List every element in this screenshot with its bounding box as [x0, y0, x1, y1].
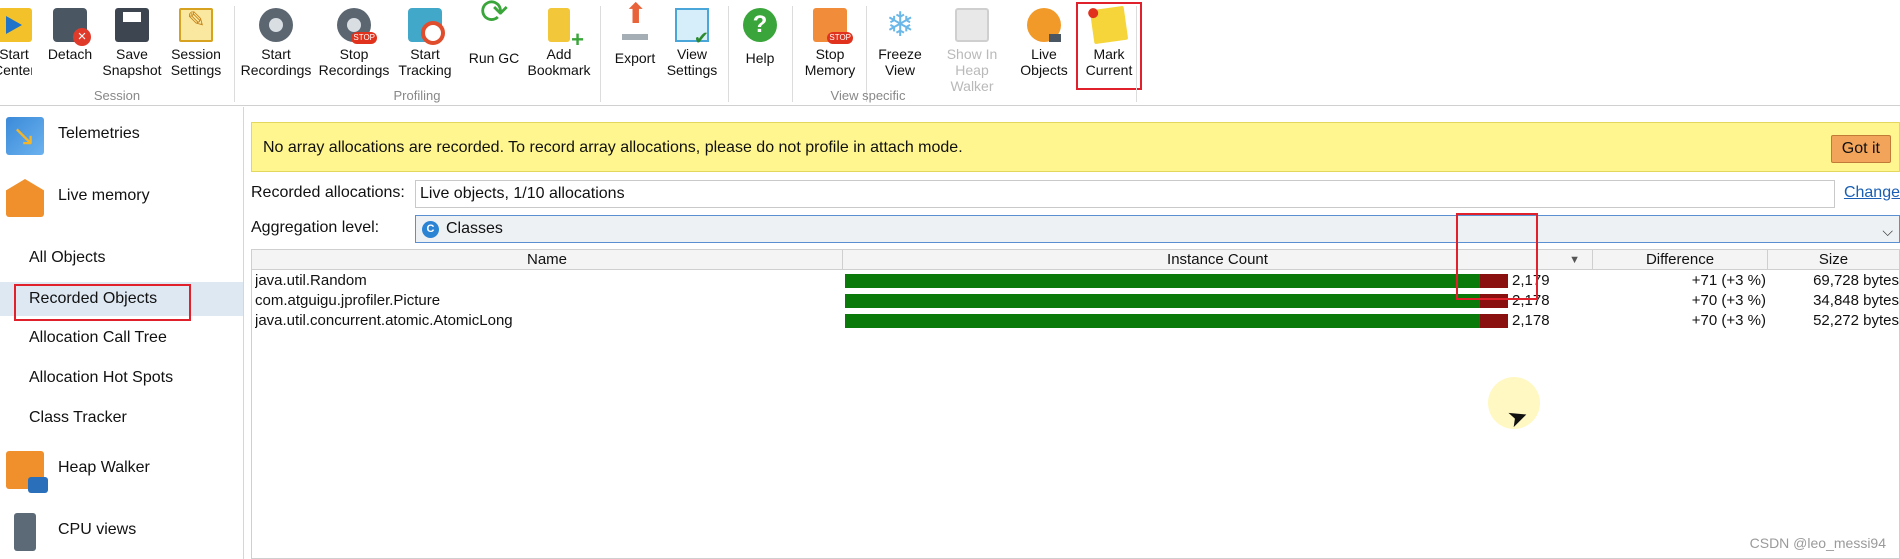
cpu-views-icon	[14, 513, 36, 551]
stop-recordings-icon	[337, 8, 377, 44]
start-center-button[interactable]: Start Center	[0, 4, 32, 80]
banner-message: No array allocations are recorded. To re…	[263, 139, 963, 156]
table-row[interactable]: com.atguigu.jprofiler.Picture 2,178 +70 (+…	[252, 291, 1899, 311]
start-center-icon	[0, 8, 32, 42]
show-in-heap-walker-button[interactable]: Show In Heap Walker	[932, 4, 1012, 94]
change-link[interactable]: Change	[1844, 184, 1900, 202]
help-button[interactable]: ? Help	[736, 4, 784, 80]
sidebar-item-class-tracker[interactable]: Class Tracker	[0, 401, 243, 435]
stop-memory-button[interactable]: Stop Memory	[800, 4, 860, 80]
stop-memory-icon	[813, 8, 853, 44]
start-tracking-icon	[408, 8, 445, 45]
live-memory-icon	[6, 179, 44, 217]
cell-difference: +70 (+3 %)	[1691, 312, 1766, 329]
view-selector-sidebar: Telemetries Live memory All Objects Reco…	[0, 107, 244, 559]
view-settings-button[interactable]: View Settings	[664, 4, 720, 80]
detach-button[interactable]: Detach	[46, 4, 94, 80]
export-icon	[618, 6, 652, 42]
cell-size: 52,272 bytes	[1813, 312, 1899, 329]
show-in-heap-walker-icon	[955, 8, 989, 42]
sidebar-item-heap-walker[interactable]: Heap Walker	[0, 441, 243, 495]
instance-count-bar	[845, 294, 1508, 308]
got-it-button[interactable]: Got it	[1830, 135, 1891, 163]
table-row[interactable]: java.util.Random 2,179 +71 (+3 %) 69,728 by…	[252, 271, 1899, 291]
live-objects-icon	[1027, 8, 1061, 42]
sort-descending-icon: ▼	[1569, 254, 1580, 266]
telemetries-icon	[6, 117, 44, 155]
save-snapshot-button[interactable]: Save Snapshot	[102, 4, 162, 80]
cell-class-name: java.util.Random	[255, 272, 367, 289]
cell-difference: +70 (+3 %)	[1691, 292, 1766, 309]
bar-difference-segment	[1479, 314, 1508, 328]
start-recordings-button[interactable]: Start Recordings	[240, 4, 312, 80]
session-settings-button[interactable]: Session Settings	[166, 4, 226, 80]
start-recordings-icon	[259, 8, 293, 42]
sidebar-item-allocation-call-tree[interactable]: Allocation Call Tree	[0, 321, 243, 355]
view-settings-icon	[675, 8, 709, 46]
instance-count-bar	[845, 274, 1508, 288]
sidebar-item-telemetries[interactable]: Telemetries	[0, 107, 243, 161]
recorded-allocations-label: Recorded allocations:	[251, 184, 405, 201]
recorded-allocations-field: Live objects, 1/10 allocations	[415, 180, 1835, 208]
mark-current-button[interactable]: Mark Current	[1076, 2, 1142, 90]
session-settings-icon	[179, 8, 213, 42]
group-label-profiling: Profiling	[393, 88, 441, 103]
column-header-difference[interactable]: Difference	[1593, 250, 1768, 270]
bar-base-segment	[845, 314, 1480, 328]
column-header-name[interactable]: Name	[252, 250, 843, 270]
add-bookmark-button[interactable]: Add Bookmark	[526, 4, 592, 80]
column-header-size[interactable]: Size	[1768, 250, 1899, 270]
cell-class-name: java.util.concurrent.atomic.AtomicLong	[255, 312, 513, 329]
help-icon: ?	[743, 8, 777, 42]
stop-recordings-button[interactable]: Stop Recordings	[318, 4, 390, 80]
group-label-session: Session	[93, 88, 141, 103]
live-objects-button[interactable]: Live Objects	[1016, 4, 1072, 80]
start-tracking-button[interactable]: Start Tracking	[394, 4, 456, 80]
run-gc-icon	[477, 4, 511, 42]
table-header: Name Instance Count ▼ Difference Size	[252, 250, 1899, 270]
sidebar-item-cpu-views[interactable]: CPU views	[0, 503, 243, 557]
bar-base-segment	[845, 294, 1480, 308]
watermark: CSDN @leo_messi94	[1749, 535, 1886, 551]
cell-difference: +71 (+3 %)	[1691, 272, 1766, 289]
group-label-view-specific: View specific	[830, 88, 906, 103]
export-button[interactable]: Export	[610, 4, 660, 80]
table-row[interactable]: java.util.concurrent.atomic.AtomicLong 2,…	[252, 311, 1899, 331]
sidebar-item-allocation-hot-spots[interactable]: Allocation Hot Spots	[0, 361, 243, 395]
cell-class-name: com.atguigu.jprofiler.Picture	[255, 292, 441, 309]
bar-base-segment	[845, 274, 1480, 288]
main-toolbar: Start Center Detach Save Snapshot Sessio…	[0, 0, 1900, 106]
aggregation-level-label: Aggregation level:	[251, 219, 380, 236]
save-snapshot-icon	[115, 8, 149, 42]
run-gc-button[interactable]: Run GC	[466, 4, 522, 80]
toolbar-separator	[1136, 6, 1137, 102]
add-bookmark-icon	[548, 8, 584, 48]
class-icon: C	[422, 221, 439, 238]
recorded-objects-table: Name Instance Count ▼ Difference Size ja…	[251, 249, 1900, 559]
cell-size: 69,728 bytes	[1813, 272, 1899, 289]
detach-icon	[53, 8, 91, 46]
sidebar-item-all-objects[interactable]: All Objects	[0, 241, 243, 275]
chevron-down-icon: ⌵	[1882, 223, 1893, 239]
instance-count-highlight	[1456, 213, 1538, 300]
cell-size: 34,848 bytes	[1813, 292, 1899, 309]
aggregation-level-select[interactable]: C Classes ⌵	[415, 215, 1900, 243]
heap-walker-icon	[6, 451, 48, 493]
recorded-objects-highlight	[14, 284, 191, 321]
cell-instance-count: 2,178	[1512, 312, 1550, 329]
freeze-view-icon: ❄	[885, 6, 915, 44]
mark-current-icon	[1089, 5, 1129, 45]
info-banner: No array allocations are recorded. To re…	[251, 122, 1900, 172]
recorded-objects-view: No array allocations are recorded. To re…	[251, 107, 1900, 559]
instance-count-bar	[845, 314, 1508, 328]
sidebar-item-live-memory[interactable]: Live memory	[0, 169, 243, 223]
aggregation-level-value: Classes	[446, 220, 503, 237]
freeze-view-button[interactable]: ❄ Freeze View	[872, 4, 928, 80]
